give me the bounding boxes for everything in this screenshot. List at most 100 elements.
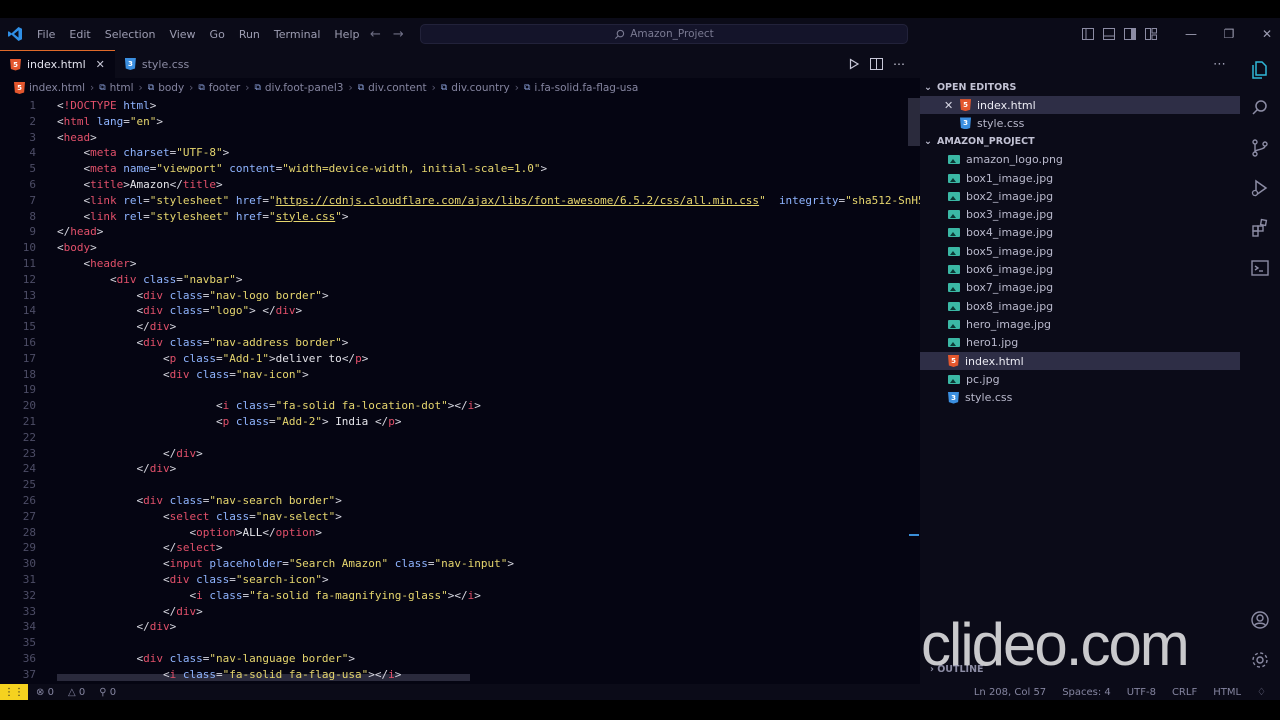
file-tree-item[interactable]: hero_image.jpg bbox=[920, 315, 1240, 333]
code-token: > bbox=[96, 225, 104, 239]
file-label: box1_image.jpg bbox=[966, 171, 1054, 185]
code-line: 29 </select> bbox=[0, 540, 920, 556]
restore-button[interactable]: ❐ bbox=[1210, 18, 1248, 50]
code-token: = bbox=[176, 272, 183, 286]
css-file-icon: 3 bbox=[948, 391, 959, 404]
code-token: > </ bbox=[249, 304, 276, 318]
menu-item-terminal[interactable]: Terminal bbox=[267, 28, 328, 41]
notifications-bell-icon[interactable]: ♢ bbox=[1257, 687, 1266, 698]
menu-item-view[interactable]: View bbox=[162, 28, 202, 41]
code-editor[interactable]: 1 <!DOCTYPE html> 2 <html lang="en"> 3 <head>… bbox=[0, 98, 920, 684]
menu-item-run[interactable]: Run bbox=[232, 28, 267, 41]
forward-arrow-icon[interactable]: → bbox=[393, 27, 404, 42]
end-of-line[interactable]: CRLF bbox=[1172, 687, 1197, 698]
code-content: </div> bbox=[57, 461, 176, 477]
remote-indicator-icon[interactable]: ⋮⋮ bbox=[0, 684, 28, 700]
explorer-files-icon[interactable] bbox=[1248, 58, 1272, 82]
open-editor-item[interactable]: 3 style.css bbox=[920, 114, 1240, 132]
breadcrumb-item[interactable]: ⧉ body bbox=[148, 82, 184, 94]
code-line: 1 <!DOCTYPE html> bbox=[0, 98, 920, 114]
file-tree-item[interactable]: 5 index.html bbox=[920, 351, 1240, 371]
file-tree-item[interactable]: box4_image.jpg bbox=[920, 224, 1240, 242]
file-tree-item[interactable]: box7_image.jpg bbox=[920, 279, 1240, 297]
command-center-search[interactable]: Amazon_Project bbox=[420, 24, 908, 44]
open-editor-item[interactable]: ✕ 5 index.html bbox=[920, 96, 1240, 115]
customize-layout-icon[interactable] bbox=[1145, 28, 1157, 40]
menu-item-help[interactable]: Help bbox=[327, 28, 366, 41]
close-window-button[interactable]: ✕ bbox=[1248, 18, 1280, 50]
more-actions-icon[interactable]: ⋯ bbox=[893, 57, 905, 71]
breadcrumb-item[interactable]: 5 index.html bbox=[14, 82, 85, 94]
back-arrow-icon[interactable]: ← bbox=[370, 27, 381, 42]
file-tree-item[interactable]: box6_image.jpg bbox=[920, 260, 1240, 278]
extensions-icon[interactable] bbox=[1248, 216, 1272, 240]
code-token: "width=device-width, initial-scale=1.0" bbox=[282, 162, 541, 176]
code-token: > bbox=[156, 114, 163, 128]
code-token: input bbox=[169, 557, 203, 571]
code-token: "nav-select" bbox=[255, 509, 336, 523]
code-token: > bbox=[169, 462, 177, 476]
code-token: < bbox=[57, 288, 144, 302]
account-icon[interactable] bbox=[1248, 608, 1272, 632]
cursor-position[interactable]: Ln 208, Col 57 bbox=[974, 687, 1046, 698]
menu-item-file[interactable]: File bbox=[30, 28, 62, 41]
menu-item-go[interactable]: Go bbox=[203, 28, 232, 41]
file-tree-item[interactable]: pc.jpg bbox=[920, 370, 1240, 388]
warnings-count[interactable]: △ 0 bbox=[68, 687, 85, 698]
line-number: 11 bbox=[22, 257, 36, 270]
tab-style-css[interactable]: 3 style.css bbox=[115, 50, 235, 78]
file-tree-item[interactable]: 3 style.css bbox=[920, 388, 1240, 406]
errors-count[interactable]: ⊗ 0 bbox=[36, 687, 54, 698]
split-editor-icon[interactable] bbox=[870, 58, 883, 70]
line-number: 14 bbox=[22, 304, 36, 318]
status-problems[interactable]: ⊗ 0 △ 0 ⚲ 0 bbox=[28, 687, 116, 698]
code-line: 23 </div> bbox=[0, 446, 920, 462]
file-tree-item[interactable]: box5_image.jpg bbox=[920, 242, 1240, 260]
breadcrumb-item[interactable]: ⧉ i.fa-solid.fa-flag-usa bbox=[524, 82, 638, 94]
tab-index-html[interactable]: 5 index.html ✕ bbox=[0, 50, 115, 78]
minimize-button[interactable]: — bbox=[1172, 18, 1210, 50]
close-icon[interactable]: ✕ bbox=[944, 99, 954, 112]
file-encoding[interactable]: UTF-8 bbox=[1127, 687, 1156, 698]
breadcrumb-item[interactable]: ⧉ div.foot-panel3 bbox=[254, 82, 343, 94]
code-content: <div class="navbar"> bbox=[57, 272, 243, 288]
menu-item-selection[interactable]: Selection bbox=[98, 28, 163, 41]
indentation[interactable]: Spaces: 4 bbox=[1062, 687, 1111, 698]
language-mode[interactable]: HTML bbox=[1213, 687, 1241, 698]
run-debug-icon[interactable] bbox=[1248, 176, 1272, 200]
run-icon[interactable] bbox=[848, 58, 860, 70]
code-token: class bbox=[169, 288, 203, 302]
file-tree-item[interactable]: box2_image.jpg bbox=[920, 187, 1240, 205]
explorer-more-icon[interactable]: ⋯ bbox=[1213, 57, 1226, 72]
code-line: 11 <header> bbox=[0, 256, 920, 272]
ports-count[interactable]: ⚲ 0 bbox=[99, 687, 116, 698]
breadcrumb-item[interactable]: ⧉ div.country bbox=[441, 82, 510, 94]
settings-gear-icon[interactable] bbox=[1248, 648, 1272, 672]
close-icon[interactable]: ✕ bbox=[96, 58, 105, 71]
breadcrumb-item[interactable]: ⧉ html bbox=[99, 82, 133, 94]
breadcrumb-item[interactable]: ⧉ footer bbox=[198, 82, 240, 94]
file-tree-item[interactable]: box8_image.jpg bbox=[920, 297, 1240, 315]
terminal-icon[interactable] bbox=[1248, 256, 1272, 280]
code-token: "Search Amazon" bbox=[288, 557, 389, 571]
toggle-panel-icon[interactable] bbox=[1103, 28, 1115, 40]
breadcrumb-item[interactable]: ⧉ div.content bbox=[358, 82, 427, 94]
file-tree-item[interactable]: hero1.jpg bbox=[920, 334, 1240, 352]
search-icon[interactable] bbox=[1248, 96, 1272, 120]
file-tree-item[interactable]: box1_image.jpg bbox=[920, 169, 1240, 187]
project-section-header[interactable]: ⌄ AMAZON_PROJECT bbox=[920, 133, 1240, 151]
code-token: div bbox=[149, 462, 170, 476]
line-number: 33 bbox=[22, 604, 36, 618]
toggle-primary-sidebar-icon[interactable] bbox=[1082, 28, 1094, 40]
code-token: < bbox=[57, 588, 197, 602]
source-control-icon[interactable] bbox=[1248, 136, 1272, 160]
code-token: "fa-solid fa-magnifying-glass" bbox=[249, 588, 448, 602]
toggle-secondary-sidebar-icon[interactable] bbox=[1124, 28, 1136, 40]
file-tree-item[interactable]: box3_image.jpg bbox=[920, 205, 1240, 223]
menu-item-edit[interactable]: Edit bbox=[62, 28, 97, 41]
file-tree-item[interactable]: amazon_logo.png bbox=[920, 151, 1240, 169]
open-editors-section-header[interactable]: ⌄ OPEN EDITORS bbox=[920, 78, 1240, 96]
